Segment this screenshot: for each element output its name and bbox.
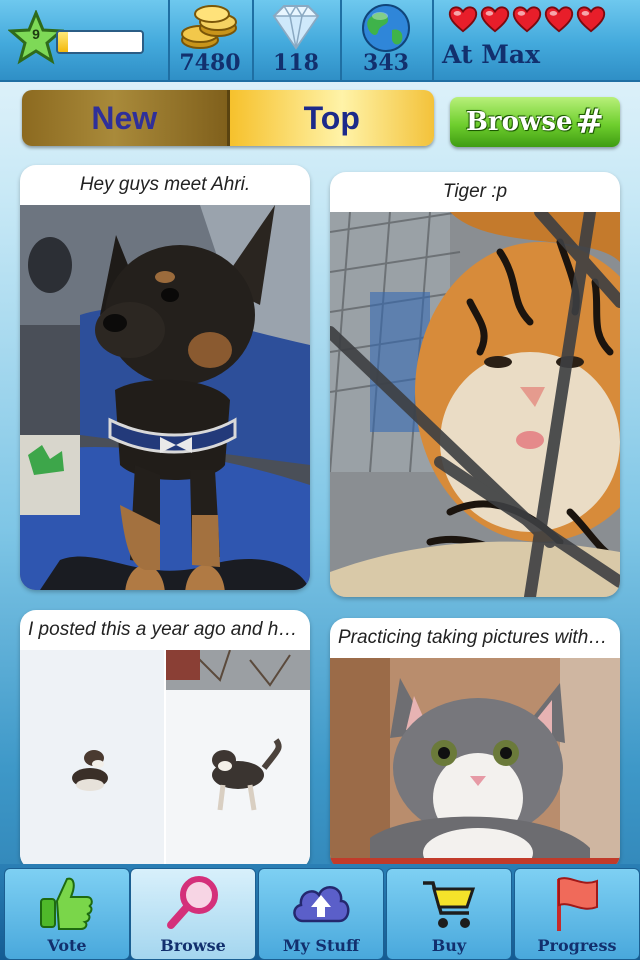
nav-browse[interactable]: Browse: [130, 868, 256, 960]
post-card[interactable]: Tiger :p: [330, 172, 620, 597]
nav-my-stuff[interactable]: My Stuff: [258, 868, 384, 960]
browse-button-label: Browse: [465, 107, 573, 137]
nav-buy-label: Buy: [431, 936, 467, 955]
sort-tabs: New Top: [22, 90, 434, 146]
heart-icon: [448, 6, 478, 33]
kitten-photo: [330, 658, 620, 870]
heart-icon: [480, 6, 510, 33]
husky-snow-photo: [20, 650, 310, 870]
post-card[interactable]: I posted this a year ago and he...: [20, 610, 310, 870]
world-segment[interactable]: 343: [340, 0, 434, 80]
coins-icon: [181, 5, 237, 49]
nav-my-stuff-label: My Stuff: [282, 936, 360, 955]
tab-top[interactable]: Top: [229, 90, 434, 146]
post-card[interactable]: Hey guys meet Ahri.: [20, 165, 310, 590]
magnifier-icon: [167, 876, 218, 929]
post-caption: Tiger :p: [442, 181, 508, 202]
coins-segment[interactable]: 7480: [168, 0, 254, 80]
nav-browse-label: Browse: [160, 936, 226, 955]
gems-count: 118: [273, 50, 319, 76]
flag-icon: [557, 877, 598, 931]
nav-buy[interactable]: Buy: [386, 868, 512, 960]
nav-vote-label: Vote: [47, 936, 87, 955]
xp-progress-bar: [56, 30, 144, 54]
puppy-photo: [20, 205, 310, 590]
cart-icon: [423, 881, 476, 928]
lives-segment[interactable]: At Max: [432, 0, 640, 80]
xp-progress-fill: [58, 32, 69, 52]
browse-hashtag-button[interactable]: Browse #: [450, 97, 620, 147]
cloud-upload-icon: [293, 886, 350, 923]
post-caption: Practicing taking pictures with my...: [338, 627, 620, 648]
tiger-photo: [330, 212, 620, 597]
tab-new[interactable]: New: [22, 90, 230, 146]
world-count: 343: [363, 50, 409, 76]
post-caption: Hey guys meet Ahri.: [79, 174, 251, 195]
heart-icon: [544, 6, 574, 33]
nav-progress-label: Progress: [537, 936, 617, 955]
post-card[interactable]: Practicing taking pictures with my...: [330, 618, 620, 870]
bottom-tab-bar: Vote Browse My Stuff Buy Progress: [0, 864, 640, 960]
level-segment[interactable]: 9: [0, 0, 170, 80]
lives-status: At Max: [442, 40, 540, 69]
nav-progress[interactable]: Progress: [514, 868, 640, 960]
heart-icon: [512, 6, 542, 33]
coins-count: 7480: [179, 50, 241, 76]
diamond-icon: [272, 4, 320, 50]
post-caption: I posted this a year ago and he...: [28, 619, 305, 640]
nav-vote[interactable]: Vote: [4, 868, 130, 960]
hash-icon: #: [575, 102, 605, 142]
gems-segment[interactable]: 118: [252, 0, 342, 80]
globe-icon: [362, 4, 410, 52]
heart-icon: [576, 6, 606, 33]
thumbs-up-icon: [40, 877, 93, 930]
hearts-row: [448, 4, 606, 34]
status-bar: 9 7480 118 343 At Max: [0, 0, 640, 82]
